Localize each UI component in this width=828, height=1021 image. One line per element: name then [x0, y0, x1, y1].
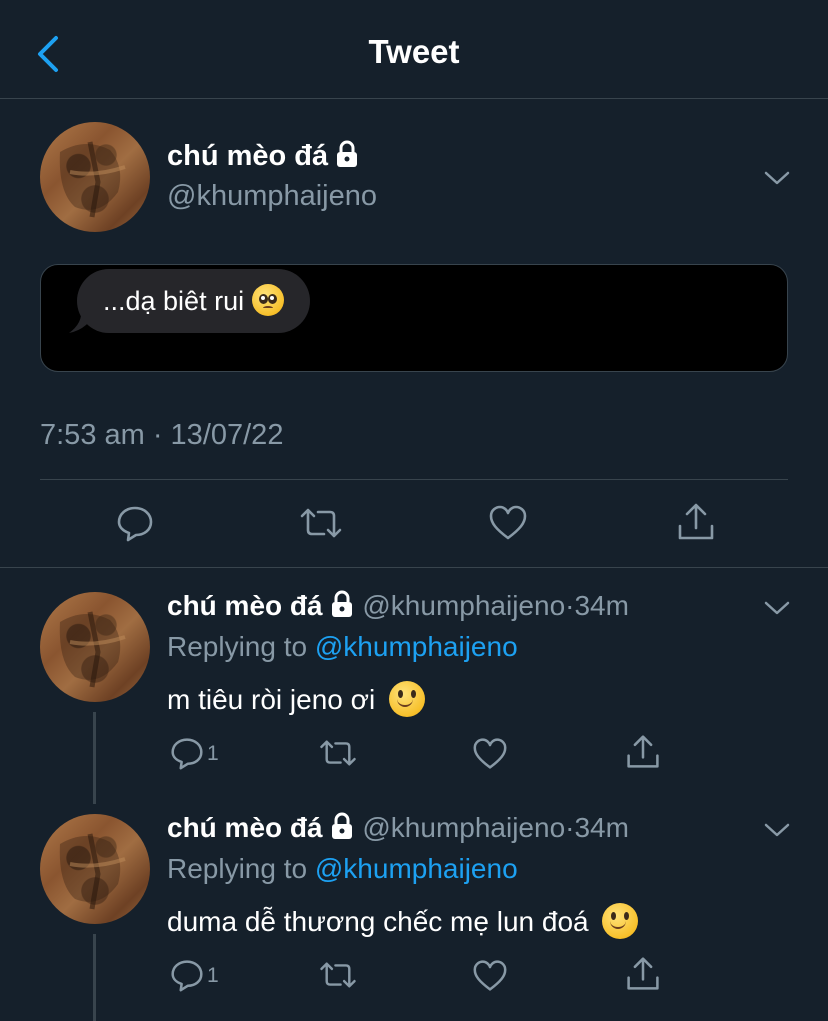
reply-time[interactable]: 34m	[574, 590, 628, 621]
share-button[interactable]	[676, 502, 716, 547]
avatar[interactable]	[40, 122, 150, 232]
share-icon	[627, 735, 659, 768]
heart-icon	[473, 960, 507, 991]
retweet-icon	[300, 508, 342, 538]
retweet-icon	[320, 962, 356, 988]
reply-button[interactable]	[170, 736, 204, 775]
comment-icon	[171, 960, 203, 992]
reply-text: m tiêu ròi jeno ơi	[167, 684, 376, 715]
thread-line	[93, 712, 96, 804]
divider	[0, 567, 828, 568]
pleading-face-emoji	[251, 284, 284, 316]
comment-icon	[117, 506, 153, 542]
more-options-button[interactable]	[762, 168, 792, 188]
reply-text: duma dễ thương chếc mẹ lun đoá	[167, 906, 589, 937]
more-options-button[interactable]	[762, 598, 792, 618]
heart-icon	[473, 738, 507, 769]
replying-to-link[interactable]: @khumphaijeno	[315, 631, 518, 662]
replying-to: Replying to @khumphaijeno	[167, 853, 518, 885]
tweet-timestamp: 7:53 am · 13/07/22	[40, 419, 284, 451]
replying-to-link[interactable]: @khumphaijeno	[315, 853, 518, 884]
reply-author-handle[interactable]: @khumphaijeno	[362, 590, 565, 621]
like-button[interactable]	[472, 737, 508, 776]
avatar-image	[59, 141, 126, 218]
author-name[interactable]: chú mèo đá	[167, 140, 360, 173]
author-handle[interactable]: @khumphaijeno	[167, 180, 377, 213]
lock-icon	[331, 812, 352, 839]
thread-line	[93, 934, 96, 1021]
reply-time[interactable]: 34m	[574, 812, 628, 843]
share-icon	[627, 957, 659, 990]
smiling-face-emoji	[389, 681, 426, 717]
author-name-text: chú mèo đá	[167, 140, 329, 172]
reply-avatar[interactable]	[40, 814, 150, 924]
reply-body: duma dễ thương chếc mẹ lun đoá	[167, 903, 639, 939]
smiling-face-emoji	[602, 903, 639, 939]
more-options-button[interactable]	[762, 820, 792, 840]
reply-header: chú mèo đá @khumphaijeno·34m	[167, 590, 629, 622]
like-button[interactable]	[472, 959, 508, 998]
replying-to-label: Replying to	[167, 853, 308, 884]
retweet-icon	[320, 740, 356, 766]
lock-icon	[331, 590, 352, 617]
page-title: Tweet	[368, 33, 460, 70]
share-button[interactable]	[625, 734, 661, 775]
reply-author-handle[interactable]: @khumphaijeno	[362, 812, 565, 843]
reply-avatar[interactable]	[40, 592, 150, 702]
chevron-down-icon	[764, 171, 790, 185]
retweet-button[interactable]	[318, 958, 358, 997]
chevron-down-icon	[764, 601, 790, 615]
reply-button[interactable]	[116, 504, 154, 547]
reply-button[interactable]	[170, 958, 204, 997]
share-icon	[678, 503, 714, 540]
share-button[interactable]	[625, 956, 661, 997]
top-bar: Tweet	[0, 0, 828, 99]
reply-header: chú mèo đá @khumphaijeno·34m	[167, 812, 629, 844]
retweet-button[interactable]	[318, 736, 358, 775]
retweet-button[interactable]	[298, 504, 344, 547]
avatar-image	[59, 833, 126, 910]
chevron-down-icon	[764, 823, 790, 837]
avatar-image	[59, 611, 126, 688]
reply-author-name[interactable]: chú mèo đá	[167, 812, 323, 843]
reply-author-name[interactable]: chú mèo đá	[167, 590, 323, 621]
replying-to-label: Replying to	[167, 631, 308, 662]
tweet-detail-screen: Tweet chú mèo đá @khumphaijeno ...dạ biê…	[0, 0, 828, 1021]
heart-icon	[489, 505, 527, 540]
replying-to: Replying to @khumphaijeno	[167, 631, 518, 663]
like-button[interactable]	[488, 504, 528, 547]
lock-icon	[337, 140, 358, 167]
tweet-image[interactable]: ...dạ biêt rui	[40, 264, 788, 372]
reply-body: m tiêu ròi jeno ơi	[167, 681, 426, 717]
message-text: ...dạ biêt rui	[103, 286, 245, 316]
message-bubble: ...dạ biêt rui	[77, 269, 310, 333]
reply-count: 1	[207, 964, 219, 987]
divider	[40, 479, 788, 480]
reply-count: 1	[207, 742, 219, 765]
comment-icon	[171, 738, 203, 770]
